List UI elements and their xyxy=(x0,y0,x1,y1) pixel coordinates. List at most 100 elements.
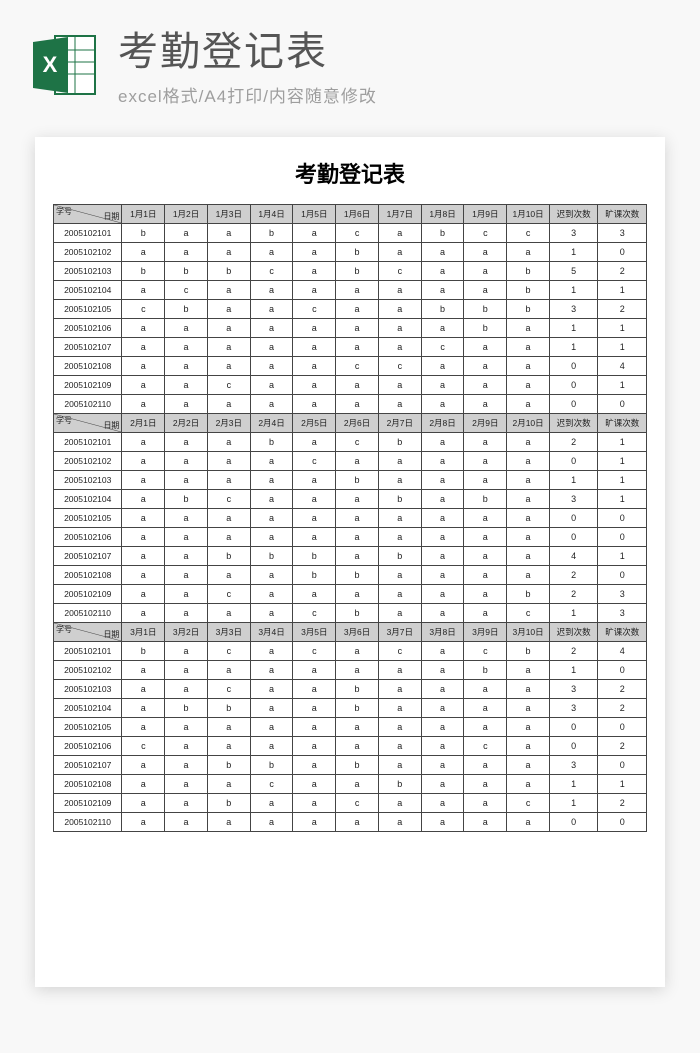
attendance-cell: a xyxy=(421,566,464,585)
attendance-cell: a xyxy=(165,661,208,680)
attendance-cell: a xyxy=(165,813,208,832)
attendance-cell: a xyxy=(378,243,421,262)
attendance-cell: a xyxy=(250,300,293,319)
student-id: 2005102103 xyxy=(54,471,122,490)
attendance-cell: a xyxy=(165,756,208,775)
attendance-cell: a xyxy=(421,490,464,509)
attendance-cell: a xyxy=(165,433,208,452)
attendance-cell: a xyxy=(507,528,550,547)
attendance-cell: a xyxy=(250,604,293,623)
attendance-cell: b xyxy=(378,433,421,452)
attendance-cell: a xyxy=(464,718,507,737)
attendance-cell: a xyxy=(122,433,165,452)
attendance-cell: c xyxy=(336,224,379,243)
attendance-cell: a xyxy=(293,813,336,832)
attendance-cell: a xyxy=(293,680,336,699)
attendance-cell: c xyxy=(464,737,507,756)
table-row: 2005102104abcaaababa31 xyxy=(54,490,647,509)
absent-count: 2 xyxy=(598,794,647,813)
attendance-cell: a xyxy=(250,813,293,832)
attendance-cell: a xyxy=(122,566,165,585)
attendance-cell: a xyxy=(207,718,250,737)
attendance-cell: a xyxy=(464,281,507,300)
attendance-cell: a xyxy=(165,528,208,547)
attendance-cell: b xyxy=(165,490,208,509)
attendance-cell: a xyxy=(250,471,293,490)
attendance-cell: a xyxy=(336,528,379,547)
attendance-cell: b xyxy=(207,794,250,813)
attendance-cell: c xyxy=(293,452,336,471)
attendance-cell: a xyxy=(421,319,464,338)
attendance-cell: a xyxy=(293,224,336,243)
diag-br: 日期 xyxy=(103,211,119,222)
attendance-cell: b xyxy=(507,281,550,300)
attendance-cell: a xyxy=(293,756,336,775)
attendance-cell: a xyxy=(421,262,464,281)
date-header: 3月2日 xyxy=(165,623,208,642)
attendance-cell: a xyxy=(207,661,250,680)
attendance-cell: a xyxy=(378,604,421,623)
absent-count: 1 xyxy=(598,547,647,566)
attendance-cell: c xyxy=(507,794,550,813)
attendance-cell: a xyxy=(336,813,379,832)
absent-count: 2 xyxy=(598,262,647,281)
late-count: 1 xyxy=(549,319,597,338)
attendance-cell: a xyxy=(293,243,336,262)
attendance-cell: a xyxy=(207,528,250,547)
attendance-cell: c xyxy=(207,680,250,699)
attendance-cell: a xyxy=(250,376,293,395)
late-count: 0 xyxy=(549,357,597,376)
absent-count: 1 xyxy=(598,471,647,490)
student-id: 2005102101 xyxy=(54,642,122,661)
table-row: 2005102110aaaacbaaac13 xyxy=(54,604,647,623)
attendance-cell: a xyxy=(165,319,208,338)
attendance-cell: a xyxy=(122,490,165,509)
attendance-cell: a xyxy=(250,642,293,661)
late-count: 0 xyxy=(549,395,597,414)
date-header: 2月10日 xyxy=(507,414,550,433)
attendance-cell: a xyxy=(421,471,464,490)
attendance-cell: a xyxy=(250,718,293,737)
attendance-cell: a xyxy=(464,775,507,794)
attendance-cell: a xyxy=(336,509,379,528)
student-id: 2005102101 xyxy=(54,433,122,452)
attendance-cell: a xyxy=(207,300,250,319)
date-header: 1月6日 xyxy=(336,205,379,224)
date-header: 1月1日 xyxy=(122,205,165,224)
attendance-cell: b xyxy=(336,680,379,699)
attendance-cell: a xyxy=(464,509,507,528)
absent-count: 2 xyxy=(598,680,647,699)
attendance-cell: a xyxy=(293,699,336,718)
absent-count: 0 xyxy=(598,756,647,775)
attendance-cell: a xyxy=(122,718,165,737)
attendance-cell: a xyxy=(464,547,507,566)
absent-header: 旷课次数 xyxy=(598,414,647,433)
attendance-cell: a xyxy=(122,547,165,566)
absent-count: 1 xyxy=(598,338,647,357)
table-row: 2005102109aabaacaaac12 xyxy=(54,794,647,813)
attendance-cell: a xyxy=(293,319,336,338)
table-row: 2005102108aaacaabaaa11 xyxy=(54,775,647,794)
attendance-cell: a xyxy=(464,585,507,604)
attendance-cell: a xyxy=(378,452,421,471)
date-header: 1月8日 xyxy=(421,205,464,224)
attendance-cell: c xyxy=(122,300,165,319)
attendance-cell: a xyxy=(378,224,421,243)
student-id: 2005102107 xyxy=(54,338,122,357)
attendance-cell: a xyxy=(507,433,550,452)
attendance-cell: a xyxy=(507,718,550,737)
attendance-cell: a xyxy=(122,338,165,357)
late-count: 3 xyxy=(549,680,597,699)
table-row: 2005102108aaaabbaaaa20 xyxy=(54,566,647,585)
absent-count: 1 xyxy=(598,319,647,338)
late-count: 3 xyxy=(549,224,597,243)
attendance-cell: a xyxy=(378,680,421,699)
attendance-cell: a xyxy=(207,319,250,338)
student-id: 2005102110 xyxy=(54,395,122,414)
attendance-cell: a xyxy=(122,775,165,794)
attendance-cell: a xyxy=(293,718,336,737)
attendance-cell: a xyxy=(165,547,208,566)
attendance-cell: c xyxy=(293,604,336,623)
attendance-cell: b xyxy=(207,699,250,718)
attendance-cell: a xyxy=(250,509,293,528)
